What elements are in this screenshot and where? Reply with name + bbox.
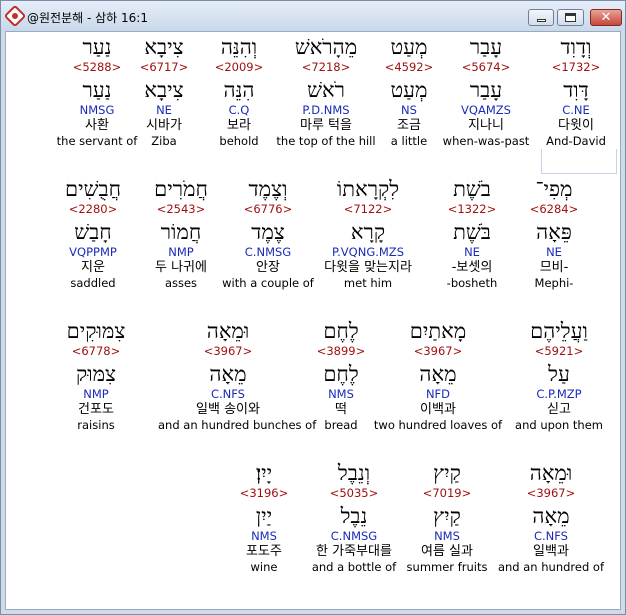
close-icon: ✕ — [600, 10, 612, 25]
word-column[interactable]: צִמּוּקִים <6778> צִמּוּק NMP 건포도 raisins — [26, 318, 166, 433]
word-column[interactable]: נַעַר <5288> נַעַר NMSG 사환 the servant of — [27, 34, 167, 149]
hebrew-lemma: נַעַר — [82, 78, 112, 102]
english-gloss: wine — [250, 560, 278, 574]
morphology-code: C.NFS — [210, 387, 245, 401]
english-gloss: and upon them — [515, 418, 603, 432]
hebrew-word: צִמּוּקִים — [66, 319, 126, 343]
strong-number: <3196> — [239, 486, 289, 500]
english-gloss: raisins — [77, 418, 115, 432]
strong-number: <3967> — [203, 344, 253, 358]
word-column[interactable]: חֲבֻשִׁים <2280> חָבַשׁ VQPPMP 지운 saddled — [23, 176, 163, 291]
english-gloss: and an hundred bunches of — [158, 418, 317, 432]
window-title: @원전분해 - 삼하 16:1 — [27, 11, 148, 25]
korean-gloss: 일백 송이와 — [196, 402, 260, 417]
hebrew-lemma: מֵאָה — [209, 362, 247, 386]
korean-gloss: 포도주 — [246, 544, 282, 559]
hebrew-word: חֲבֻשִׁים — [64, 177, 122, 201]
hebrew-lemma: עַל — [548, 362, 570, 386]
word-column[interactable]: וַעֲלֵיהֶם <5921> עַל C.P.MZP 싣고 and upon the… — [489, 318, 620, 433]
close-button[interactable]: ✕ — [590, 9, 622, 26]
morphology-code: C.P.MZP — [536, 387, 582, 401]
hebrew-lemma: צִמּוּק — [75, 362, 117, 386]
minimize-button[interactable] — [528, 9, 554, 26]
strong-number: <2280> — [68, 202, 118, 216]
morphology-code: NMSG — [79, 103, 115, 117]
maximize-button[interactable] — [557, 9, 584, 26]
strong-number: <5288> — [72, 60, 122, 74]
title-bar[interactable]: @원전분해 - 삼하 16:1 ✕ — [1, 1, 625, 31]
hebrew-word: יָיִן׃ — [255, 461, 273, 485]
hebrew-word: נַעַר — [82, 35, 112, 59]
maximize-icon — [565, 13, 576, 22]
korean-gloss: 싣고 — [547, 402, 571, 417]
korean-gloss: 건포도 — [78, 402, 114, 417]
app-window: @원전분해 - 삼하 16:1 ✕ וְדָוִד <1732> דָּוִד C.N… — [0, 0, 626, 615]
morphology-code: VQPPMP — [69, 245, 117, 259]
morphology-code: NMP — [83, 387, 109, 401]
english-gloss: the servant of — [56, 134, 138, 148]
hebrew-lemma: חָבַשׁ — [74, 220, 112, 244]
strong-number: <6778> — [71, 344, 121, 358]
app-diamond-icon[interactable] — [3, 4, 27, 28]
strong-number: <5921> — [534, 344, 584, 358]
word-column[interactable]: יָיִן׃ <3196> יַיִן NMS 포도주 wine — [194, 460, 334, 575]
interlinear-panel: וְדָוִד <1732> דָּוִד C.NE 다윗이 And-David עָבַר… — [5, 31, 621, 610]
korean-gloss: 사환 — [85, 118, 109, 133]
hebrew-lemma: יַיִן — [255, 504, 273, 528]
minimize-icon — [536, 19, 546, 22]
hebrew-word: וַעֲלֵיהֶם — [530, 319, 588, 343]
word-column[interactable]: וּמֵאָה <3967> מֵאָה C.NFS 일백 송이와 and an hund… — [158, 318, 317, 433]
hebrew-word: וּמֵאָה — [206, 319, 250, 343]
korean-gloss: 지운 — [81, 260, 105, 275]
morphology-code: NMS — [251, 529, 277, 543]
english-gloss: saddled — [70, 276, 116, 290]
